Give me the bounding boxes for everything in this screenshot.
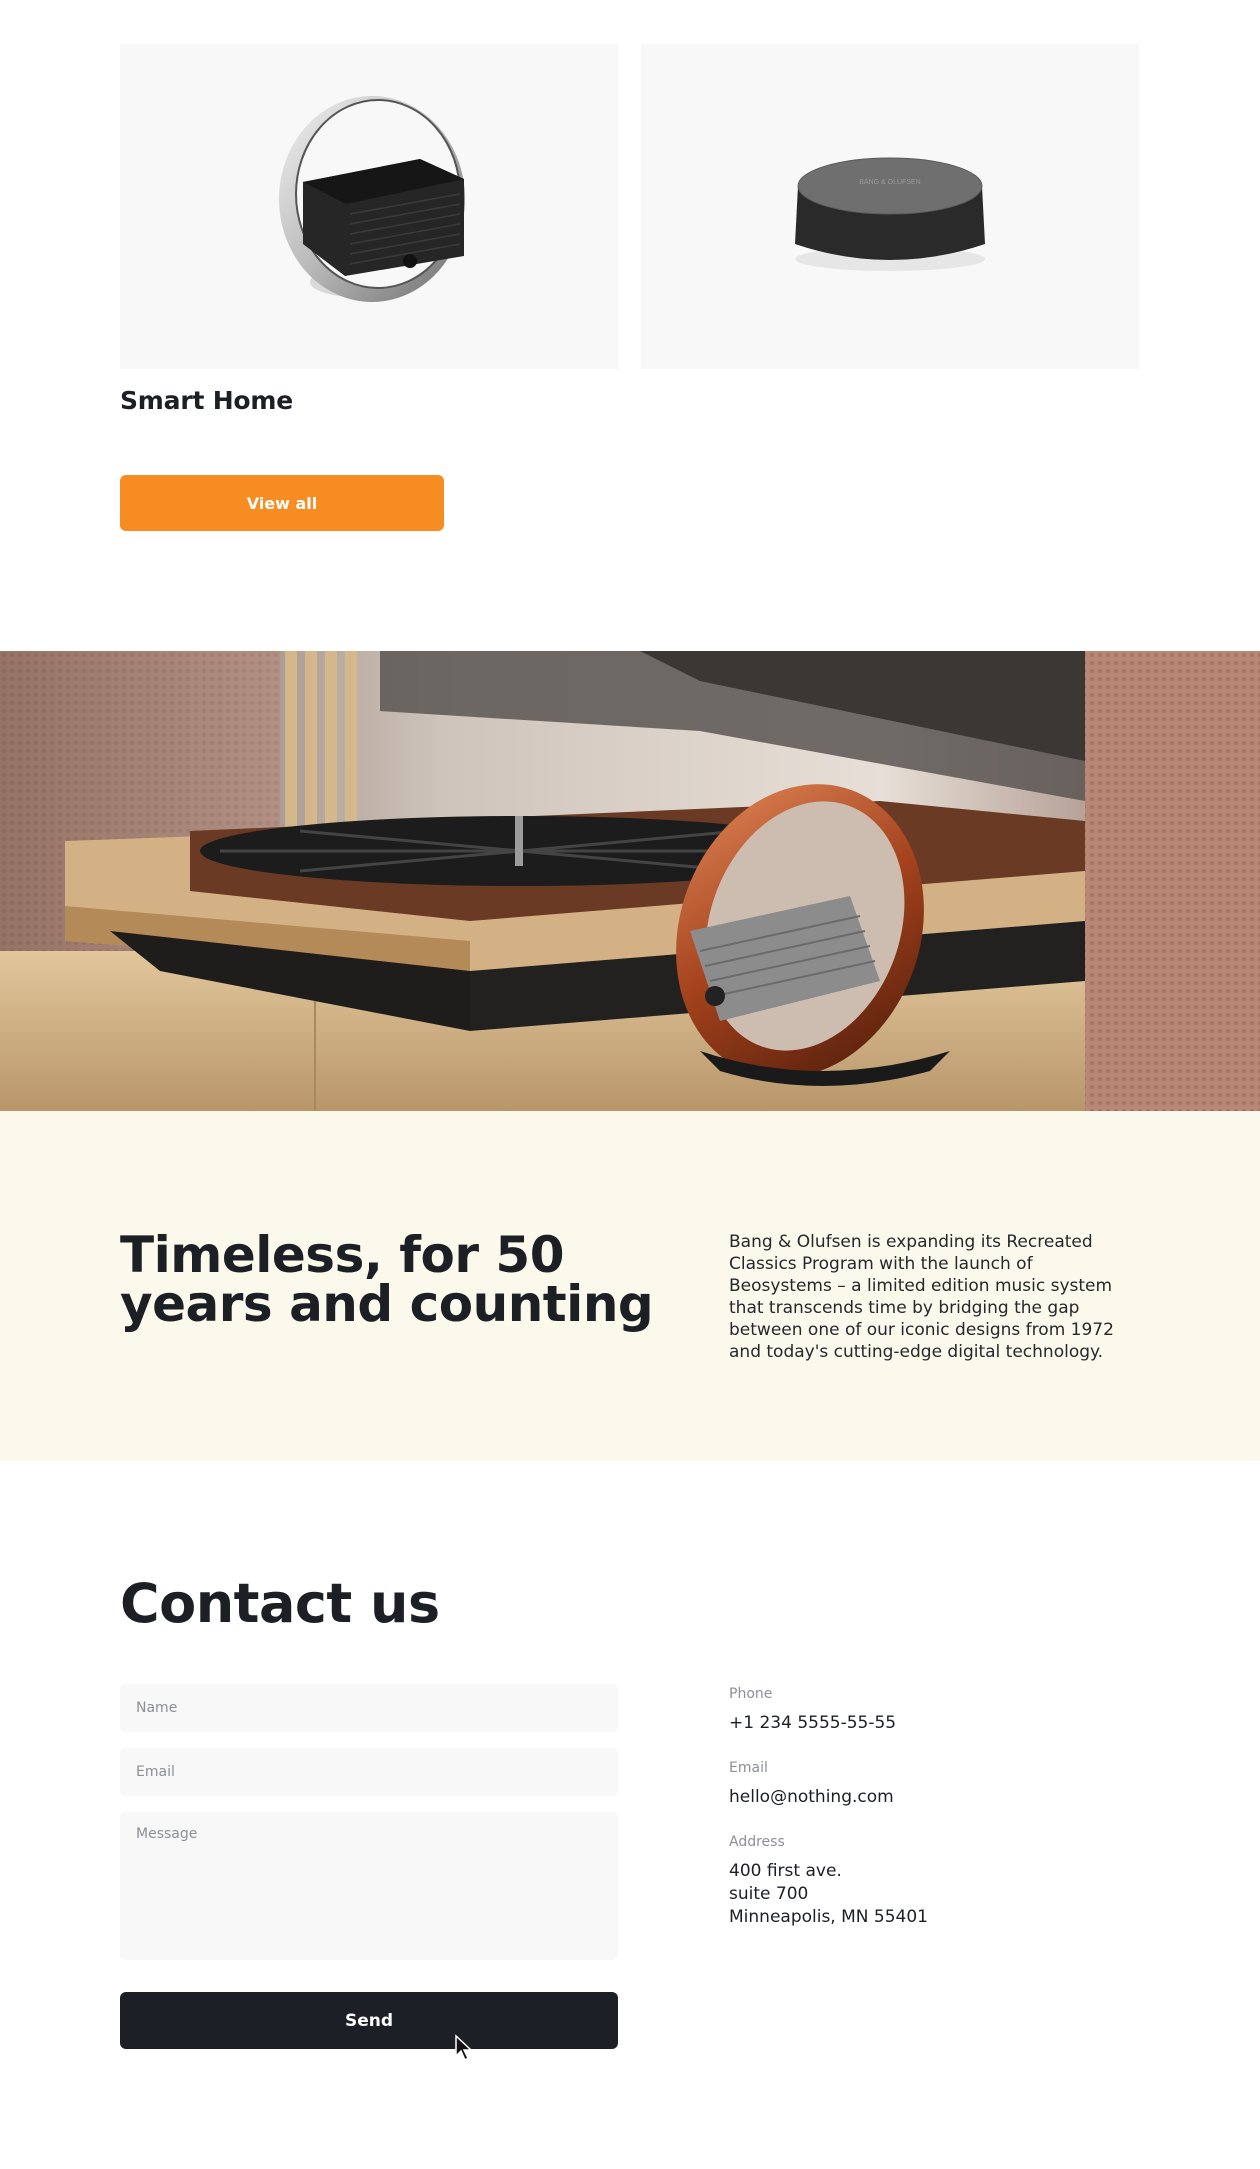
phone-label: Phone <box>729 1686 773 1702</box>
send-button[interactable]: Send <box>120 1992 618 2049</box>
ring-speaker-image <box>279 96 465 302</box>
contact-title: Contact us <box>120 1572 440 1635</box>
hero-image <box>0 651 1260 1111</box>
name-field[interactable] <box>120 1684 618 1732</box>
email-label: Email <box>729 1760 768 1776</box>
message-field[interactable] <box>120 1812 618 1960</box>
story-heading: Timeless, for 50 years and counting <box>120 1226 680 1333</box>
product-card-ring-speaker[interactable] <box>120 44 618 369</box>
address-line1: 400 first ave. <box>729 1861 842 1881</box>
category-title: Smart Home <box>120 386 294 415</box>
phone-value[interactable]: +1 234 5555-55-55 <box>729 1712 896 1735</box>
email-value[interactable]: hello@nothing.com <box>729 1786 894 1809</box>
product-card-puck-speaker[interactable]: BANG & OLUFSEN <box>641 44 1139 369</box>
puck-logo-text: BANG & OLUFSEN <box>859 179 920 186</box>
address-line3: Minneapolis, MN 55401 <box>729 1907 928 1927</box>
story-section: Timeless, for 50 years and counting Bang… <box>0 1111 1260 1461</box>
puck-speaker-image: BANG & OLUFSEN <box>795 157 985 271</box>
cursor-arrow-icon <box>455 2034 473 2062</box>
address-line2: suite 700 <box>729 1884 809 1904</box>
story-text: Bang & Olufsen is expanding its Recreate… <box>729 1232 1114 1362</box>
view-all-button[interactable]: View all <box>120 475 444 531</box>
address-label: Address <box>729 1834 785 1850</box>
story-heading-line2: years and counting <box>120 1275 654 1333</box>
email-field[interactable] <box>120 1748 618 1796</box>
story-heading-line1: Timeless, for 50 <box>120 1226 564 1284</box>
